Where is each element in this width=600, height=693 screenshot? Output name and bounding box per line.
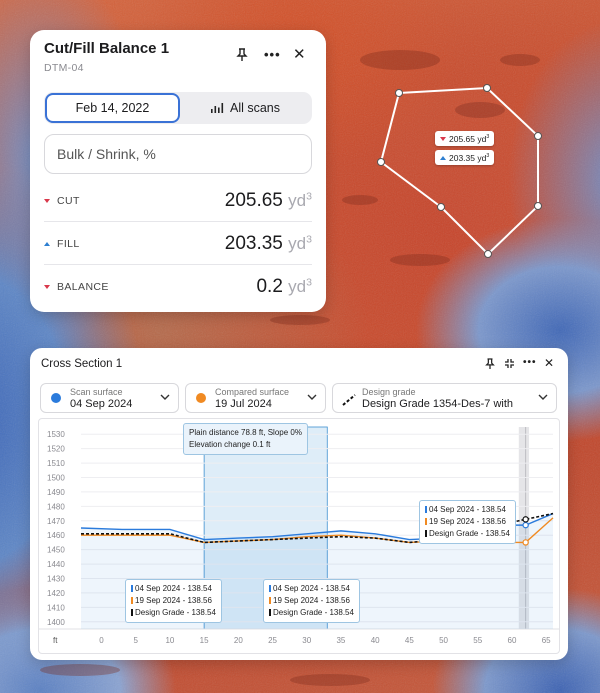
- y-tick-label: 1510: [47, 459, 65, 468]
- point-tooltip: 04 Sep 2024 - 138.54 19 Sep 2024 - 138.5…: [263, 579, 360, 623]
- segment-info-tooltip: Plain distance 78.8 ft, Slope 0% Elevati…: [183, 423, 308, 455]
- polygon-vertex[interactable]: [395, 89, 403, 97]
- pin-icon[interactable]: [485, 358, 495, 372]
- chevron-down-icon: [307, 392, 317, 403]
- close-icon[interactable]: ✕: [293, 47, 306, 62]
- y-tick-label: 1460: [47, 531, 65, 540]
- cut-value: 205.65 yd3: [224, 189, 312, 211]
- polygon-fill-value: 203.35 yd3: [449, 152, 490, 163]
- fill-indicator-icon: [440, 155, 446, 160]
- y-tick-label: 1480: [47, 502, 65, 511]
- y-tick-label: 1400: [47, 618, 65, 627]
- point-tooltip: 04 Sep 2024 - 138.54 19 Sep 2024 - 138.5…: [419, 500, 516, 544]
- cursor-marker: [522, 521, 529, 529]
- compared-color-dot: [196, 393, 206, 403]
- dashed-line-icon: [342, 393, 356, 411]
- x-tick-label: 30: [302, 636, 311, 645]
- scan-surface-select[interactable]: Scan surface 04 Sep 2024: [40, 383, 179, 413]
- y-tick-label: 1470: [47, 517, 65, 526]
- y-tick-label: 1430: [47, 575, 65, 584]
- panel-title: Cut/Fill Balance 1: [44, 40, 170, 57]
- fill-indicator-icon: [44, 241, 50, 246]
- pin-icon[interactable]: [236, 48, 248, 64]
- more-icon[interactable]: •••: [523, 358, 537, 368]
- y-tick-label: 1410: [47, 603, 65, 612]
- polygon-vertex[interactable]: [534, 132, 542, 140]
- polygon-cut-badge: 205.65 yd3: [435, 131, 495, 146]
- panel-subtitle: DTM-04: [44, 62, 84, 74]
- balance-indicator-icon: [44, 285, 50, 289]
- x-tick-label: 55: [473, 636, 482, 645]
- cut-row: CUT 205.65 yd3: [44, 180, 312, 222]
- fill-value: 203.35 yd3: [224, 232, 312, 254]
- chevron-down-icon: [538, 392, 548, 403]
- y-tick-label: 1490: [47, 488, 65, 497]
- all-scans-tab[interactable]: All scans: [180, 93, 311, 123]
- collapse-icon[interactable]: [504, 358, 515, 371]
- y-tick-label: 1440: [47, 560, 65, 569]
- scan-color-dot: [51, 393, 61, 403]
- point-tooltip: 04 Sep 2024 - 138.54 19 Sep 2024 - 138.5…: [125, 579, 222, 623]
- polygon-vertex[interactable]: [484, 250, 492, 258]
- polygon-vertex[interactable]: [437, 203, 445, 211]
- y-tick-label: 1500: [47, 474, 65, 483]
- y-tick-label: 1450: [47, 546, 65, 555]
- polygon-cut-value: 205.65 yd3: [449, 133, 490, 144]
- y-tick-label: 1530: [47, 430, 65, 439]
- y-tick-label: 1420: [47, 589, 65, 598]
- x-axis-label: ft: [53, 636, 58, 645]
- x-tick-label: 0: [99, 636, 104, 645]
- compared-surface-select[interactable]: Compared surface 19 Jul 2024: [185, 383, 326, 413]
- design-grade-select[interactable]: Design grade Design Grade 1354-Des-7 wit…: [332, 383, 557, 413]
- cut-fill-panel: Cut/Fill Balance 1 DTM-04 ••• ✕ Feb 14, …: [30, 30, 326, 312]
- cross-section-chart[interactable]: 1400 1410 1420 1430 1440 1450 1460 1470 1480 1490…: [38, 418, 560, 654]
- balance-row: BALANCE 0.2 yd3: [44, 266, 312, 308]
- bulk-shrink-input[interactable]: Bulk / Shrink, %: [44, 134, 312, 174]
- polygon-vertex[interactable]: [377, 158, 385, 166]
- cursor-marker: [522, 516, 529, 523]
- polygon-fill-badge: 203.35 yd3: [435, 150, 495, 165]
- y-tick-label: 1520: [47, 445, 65, 454]
- fill-row: FILL 203.35 yd3: [44, 223, 312, 265]
- cut-indicator-icon: [440, 136, 446, 141]
- x-tick-label: 25: [268, 636, 277, 645]
- polygon-vertex[interactable]: [483, 84, 491, 92]
- x-tick-label: 15: [200, 636, 209, 645]
- x-tick-label: 5: [133, 636, 138, 645]
- date-tab[interactable]: Feb 14, 2022: [45, 93, 180, 123]
- x-tick-label: 10: [165, 636, 174, 645]
- cross-section-panel: Cross Section 1 ••• ✕ Scan surface 04 Se…: [30, 348, 568, 660]
- panel-title: Cross Section 1: [41, 358, 123, 370]
- x-tick-label: 20: [234, 636, 243, 645]
- bar-chart-icon: [210, 103, 224, 113]
- balance-value: 0.2 yd3: [256, 276, 312, 297]
- x-tick-label: 65: [542, 636, 551, 645]
- polygon-vertex[interactable]: [534, 202, 542, 210]
- cut-indicator-icon: [44, 198, 50, 203]
- x-tick-label: 35: [336, 636, 345, 645]
- cursor-marker: [522, 539, 529, 546]
- close-icon[interactable]: ✕: [544, 357, 554, 369]
- x-tick-label: 45: [405, 636, 414, 645]
- chevron-down-icon: [160, 392, 170, 403]
- more-icon[interactable]: •••: [264, 48, 281, 61]
- x-tick-label: 60: [508, 636, 517, 645]
- x-tick-label: 40: [371, 636, 380, 645]
- x-tick-label: 50: [439, 636, 448, 645]
- scan-segmented-control: Feb 14, 2022 All scans: [44, 92, 312, 124]
